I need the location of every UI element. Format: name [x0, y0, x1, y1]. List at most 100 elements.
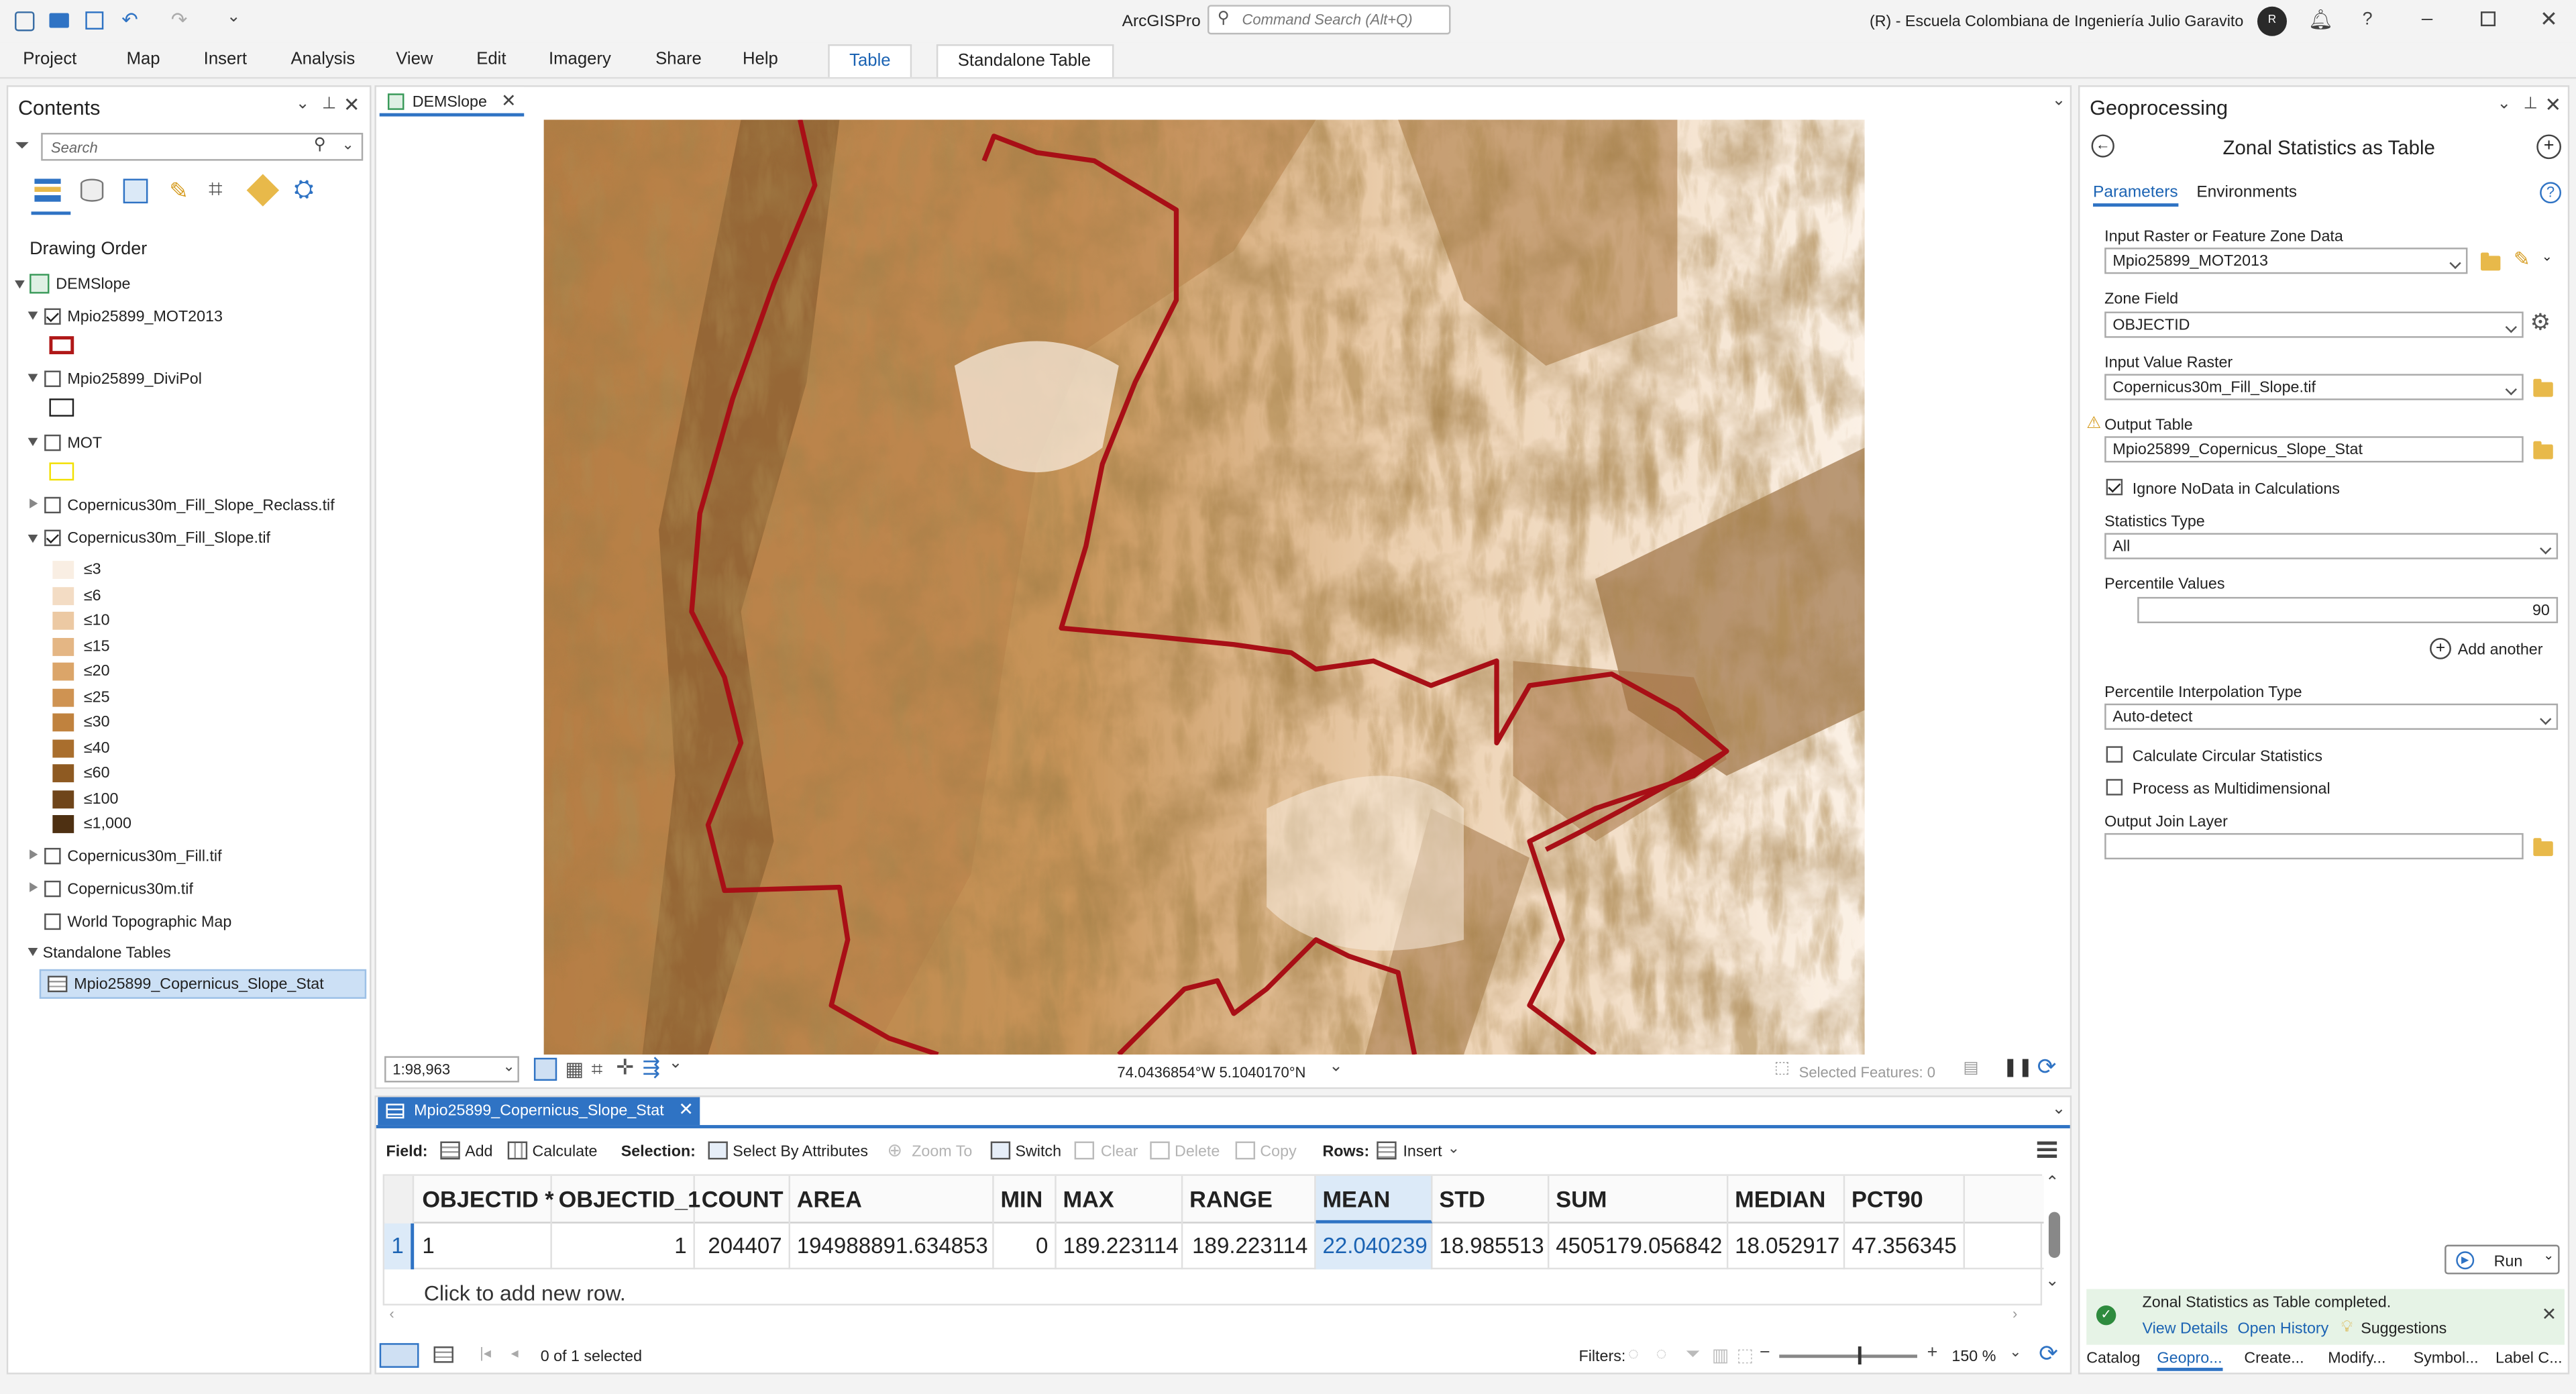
edit-pencil-icon[interactable]: ✎ — [2514, 248, 2530, 270]
table-menu-icon[interactable] — [2037, 1141, 2057, 1158]
folder-icon[interactable] — [2533, 378, 2553, 397]
cell-sum[interactable]: 4505179.056842 — [1549, 1223, 1729, 1270]
layer-visibility-checkbox[interactable] — [44, 370, 61, 387]
scroll-down-icon[interactable]: ⌄ — [2045, 1273, 2059, 1291]
scroll-left-icon[interactable]: ‹ — [389, 1305, 394, 1322]
legend-swatch[interactable] — [52, 561, 74, 579]
tab-modify-features[interactable]: Modify... — [2328, 1350, 2385, 1368]
chevron-down-icon[interactable]: ⌄ — [669, 1055, 683, 1073]
layer-visibility-checkbox[interactable] — [44, 529, 61, 547]
notifications-icon[interactable]: 🔔︎ — [2308, 8, 2333, 31]
copy-button[interactable]: Copy — [1260, 1143, 1296, 1161]
expand-standalone-tables-icon[interactable] — [28, 948, 38, 957]
zoom-to-icon[interactable]: ⊕ — [887, 1140, 902, 1161]
legend-swatch[interactable] — [52, 637, 74, 655]
cell-area[interactable]: 194988891.634853 — [790, 1223, 994, 1270]
zoom-out-icon[interactable]: − — [1760, 1343, 1770, 1362]
filter-scale-icon[interactable]: ⬚ — [1737, 1345, 1754, 1366]
add-another-button[interactable]: Add another — [2458, 641, 2543, 659]
cell-median[interactable]: 18.052917 — [1728, 1223, 1845, 1270]
layer-visibility-checkbox[interactable] — [44, 847, 61, 865]
tab-list-icon[interactable]: ⌄ — [2052, 92, 2066, 110]
layer-copernicus-tif[interactable]: Copernicus30m.tif — [67, 881, 193, 899]
interp-dropdown[interactable]: Auto-detect — [2104, 703, 2559, 730]
layer-visibility-checkbox[interactable] — [44, 880, 61, 898]
ignore-nodata-checkbox[interactable] — [2106, 478, 2123, 496]
redo-icon[interactable]: ↷ — [171, 8, 188, 31]
folder-icon[interactable] — [2533, 838, 2553, 857]
tab-label-class[interactable]: Label C... — [2496, 1350, 2563, 1368]
legend-swatch[interactable] — [52, 611, 74, 630]
tab-help[interactable]: Help — [743, 49, 778, 68]
close-tab-icon[interactable]: ✕ — [678, 1099, 694, 1120]
expand-layer-icon[interactable] — [28, 534, 38, 543]
layer-mpio-divipol[interactable]: Mpio25899_DiviPol — [67, 371, 201, 389]
close-tab-icon[interactable]: ✕ — [501, 90, 517, 111]
collapsed-layer-icon[interactable] — [30, 849, 38, 860]
legend-swatch[interactable] — [52, 790, 74, 808]
pin-icon[interactable]: ⊥ — [322, 95, 336, 113]
collapsed-layer-icon[interactable] — [30, 882, 38, 892]
close-pane-icon[interactable]: ✕ — [343, 93, 360, 116]
legend-swatch[interactable] — [52, 764, 74, 783]
switch-icon[interactable] — [990, 1141, 1011, 1160]
pane-options-icon[interactable]: ⌄ — [296, 95, 310, 113]
restore-icon[interactable] — [2480, 11, 2496, 27]
layer-visibility-checkbox[interactable] — [44, 308, 61, 325]
folder-icon[interactable] — [2533, 441, 2553, 460]
tab-geoprocessing[interactable]: Geopro... — [2157, 1350, 2222, 1371]
cell-objectid[interactable]: 1 — [416, 1223, 552, 1270]
tab-create-features[interactable]: Create... — [2244, 1350, 2304, 1368]
clear-button[interactable]: Clear — [1101, 1143, 1138, 1161]
tab-project[interactable]: Project — [23, 49, 76, 68]
refresh-icon[interactable]: ⟳ — [2037, 1053, 2057, 1081]
column-header-range[interactable]: RANGE — [1183, 1175, 1316, 1224]
pin-icon[interactable]: ⊥ — [2524, 95, 2538, 113]
open-history-link[interactable]: Open History — [2238, 1320, 2329, 1338]
pause-drawing-icon[interactable]: ❚❚ — [2002, 1056, 2033, 1077]
navigate-icon[interactable]: ⇶ — [643, 1055, 661, 1081]
select-by-attributes-button[interactable]: Select By Attributes — [733, 1143, 868, 1161]
run-button[interactable]: ▶ Run ⌄ — [2445, 1244, 2560, 1275]
first-record-icon[interactable]: |◂ — [480, 1345, 491, 1363]
cell-count[interactable]: 204407 — [695, 1223, 790, 1270]
grid-icon[interactable]: ▦ — [565, 1058, 584, 1081]
layer-slope-tif[interactable]: Copernicus30m_Fill_Slope.tif — [67, 530, 270, 548]
legend-swatch[interactable] — [52, 586, 74, 604]
delete-icon[interactable] — [1150, 1141, 1170, 1160]
join-layer-input[interactable] — [2104, 833, 2524, 860]
cell-max[interactable]: 189.223114 — [1057, 1223, 1183, 1270]
scroll-right-icon[interactable]: › — [2012, 1305, 2017, 1322]
list-by-editing-icon[interactable]: ✎ — [169, 177, 189, 205]
layer-fill-tif[interactable]: Copernicus30m_Fill.tif — [67, 848, 221, 866]
minimize-icon[interactable]: – — [2422, 7, 2432, 30]
legend-swatch[interactable] — [52, 739, 74, 757]
legend-swatch[interactable] — [52, 688, 74, 706]
gear-icon[interactable]: ⚙ — [2530, 309, 2551, 337]
scroll-up-icon[interactable]: ⌃ — [2045, 1174, 2059, 1192]
output-table-input[interactable]: Mpio25899_Copernicus_Slope_Stat — [2104, 436, 2524, 463]
close-pane-icon[interactable]: ✕ — [2545, 93, 2562, 116]
horizontal-scrollbar[interactable]: ‹ › — [383, 1305, 2042, 1325]
filter-extent-icon[interactable]: ◌ — [1628, 1345, 1639, 1364]
layer-visibility-checkbox[interactable] — [44, 913, 61, 930]
vertical-scrollbar[interactable]: ⌃ ⌄ — [2042, 1174, 2065, 1305]
view-details-link[interactable]: View Details — [2142, 1320, 2228, 1338]
column-header-max[interactable]: MAX — [1057, 1175, 1183, 1224]
table-tab[interactable]: Mpio25899_Copernicus_Slope_Stat ✕ — [378, 1097, 700, 1126]
tab-view[interactable]: View — [396, 49, 433, 68]
legend-swatch[interactable] — [52, 815, 74, 833]
symbol-black-outline[interactable] — [49, 398, 74, 417]
layer-visibility-checkbox[interactable] — [44, 434, 61, 451]
show-all-records-icon[interactable] — [379, 1343, 419, 1368]
add-tool-icon[interactable]: + — [2536, 134, 2561, 160]
tab-imagery[interactable]: Imagery — [549, 49, 611, 68]
column-header-area[interactable]: AREA — [790, 1175, 994, 1224]
customize-qat-icon[interactable]: ⌄ — [227, 8, 241, 26]
pane-options-icon[interactable]: ⌄ — [2497, 95, 2511, 113]
crosshair-icon[interactable]: ✛ — [616, 1055, 634, 1081]
tab-standalone-table[interactable]: Standalone Table — [936, 44, 1114, 77]
layer-mpio-mot2013[interactable]: Mpio25899_MOT2013 — [67, 309, 223, 327]
refresh-icon[interactable]: ⟳ — [2039, 1340, 2058, 1368]
add-new-row[interactable]: Click to add new row. — [424, 1281, 626, 1305]
